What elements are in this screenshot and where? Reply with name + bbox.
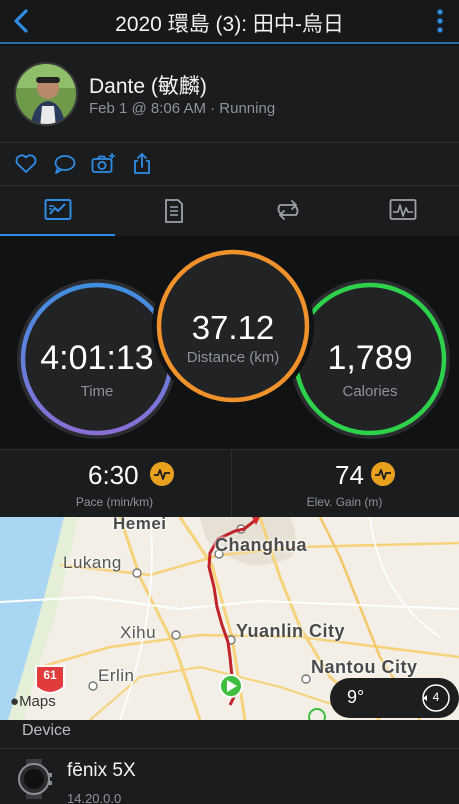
top-bar: 2020 環島 (3): 田中-烏日: [0, 0, 459, 44]
calories-value: 1,789: [327, 339, 413, 377]
charts-icon: [389, 199, 417, 220]
secondary-stats: 6:30 Pace (min/km) 74 Elev. Gain (m): [0, 449, 459, 518]
wind-speed: 4: [432, 690, 440, 704]
pace-graph-icon: [150, 462, 174, 486]
map-label-hemei: Hemei: [113, 517, 167, 533]
elevation-graph-icon: [371, 462, 395, 486]
calories-label: Calories: [342, 383, 398, 400]
action-bar: [0, 143, 459, 185]
distance-ring: 37.12 Distance (km): [152, 245, 314, 407]
user-photo: [16, 64, 76, 124]
elevation-label: Elev. Gain (m): [306, 495, 383, 509]
pace-cell[interactable]: 6:30 Pace (min/km): [0, 450, 229, 518]
device-version: 14.20.0.0: [67, 791, 122, 804]
device-name: fēnix 5X: [67, 760, 136, 781]
weather-temperature: 9°: [347, 687, 365, 707]
elevation-cell[interactable]: 74 Elev. Gain (m): [230, 450, 459, 518]
summary-stats: 4:01:13 Time 1,789 Calories 37.12 Distan…: [0, 237, 459, 449]
weather-pill: 9° 4: [330, 678, 459, 718]
distance-value: 37.12: [191, 309, 275, 346]
pace-label: Pace (min/km): [75, 495, 154, 509]
more-menu-button[interactable]: [433, 6, 447, 36]
add-photo-button[interactable]: [90, 151, 116, 177]
map-attribution: ●Maps: [10, 693, 56, 710]
share-button[interactable]: [129, 151, 155, 177]
back-button[interactable]: [8, 6, 36, 36]
map-label-erlin: Erlin: [98, 666, 135, 685]
page-title: 2020 環島 (3): 田中-烏日: [115, 13, 344, 36]
route-map[interactable]: Hemei Changhua Lukang Xihu Yuanlin City …: [0, 517, 459, 720]
heart-icon: [15, 154, 37, 173]
tab-stats[interactable]: [0, 186, 115, 236]
device-row[interactable]: fēnix 5X 14.20.0.0: [0, 749, 459, 804]
calories-ring: 1,789 Calories: [290, 279, 450, 439]
distance-label: Distance (km): [186, 349, 280, 366]
user-name[interactable]: Dante (敏麟): [89, 70, 207, 100]
pace-value: 6:30: [88, 460, 139, 490]
avatar[interactable]: [14, 62, 78, 126]
device-section-header: Device: [0, 720, 459, 748]
device-section-label: Device: [22, 722, 71, 739]
tab-bar: [0, 186, 459, 236]
map-label-nantou: Nantou City: [311, 657, 418, 677]
chevron-left-icon: [14, 9, 28, 33]
comment-icon: [54, 155, 76, 174]
repeat-icon: [277, 200, 299, 220]
activity-header: Dante (敏麟) Feb 1 @ 8:06 AM · Running: [0, 46, 459, 142]
map-label-changhua: Changhua: [215, 535, 307, 555]
activity-meta: Feb 1 @ 8:06 AM · Running: [89, 100, 276, 117]
highway-shield: 61: [43, 668, 57, 682]
map-label-yuanlin: Yuanlin City: [236, 621, 346, 641]
elevation-value: 74: [335, 460, 364, 490]
like-button[interactable]: [13, 151, 39, 177]
map-label-lukang: Lukang: [63, 553, 122, 572]
apple-logo-icon: ●: [10, 693, 20, 710]
share-icon: [134, 153, 150, 174]
map-label-xihu: Xihu: [120, 623, 157, 642]
tab-laps[interactable]: [115, 186, 230, 236]
laps-icon: [165, 199, 183, 223]
stats-icon: [44, 199, 72, 220]
more-vertical-icon: [437, 9, 443, 33]
watch-icon: [18, 759, 52, 799]
camera-icon: [91, 153, 115, 173]
comment-button[interactable]: [52, 151, 78, 177]
tab-repeats[interactable]: [230, 186, 345, 236]
tab-charts[interactable]: [345, 186, 459, 236]
